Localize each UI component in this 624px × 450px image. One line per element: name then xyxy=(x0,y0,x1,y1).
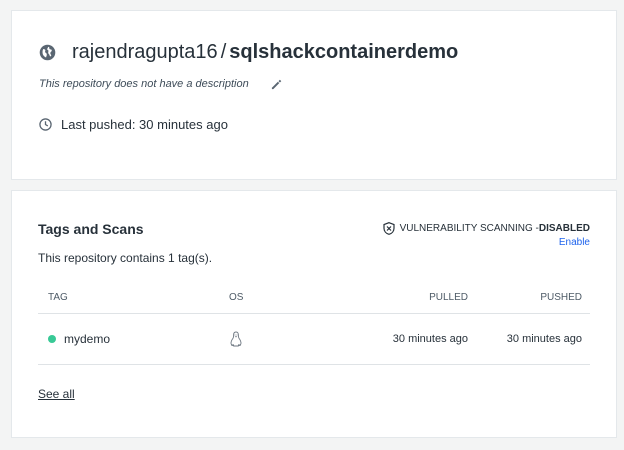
linux-icon xyxy=(229,331,243,347)
tags-table: TAG OS PULLED PUSHED mydemo 30 minutes a… xyxy=(38,281,590,365)
column-header-os: OS xyxy=(229,291,244,303)
tags-count-text: This repository contains 1 tag(s). xyxy=(38,251,213,265)
clock-icon xyxy=(39,118,52,131)
pushed-cell: 30 minutes ago xyxy=(506,333,582,345)
tags-title: Tags and Scans xyxy=(38,221,144,237)
os-cell xyxy=(229,314,243,364)
description-row: This repository does not have a descript… xyxy=(39,78,282,90)
table-row[interactable]: mydemo 30 minutes ago 30 minutes ago xyxy=(38,314,590,365)
shield-x-icon xyxy=(382,222,395,235)
globe-icon xyxy=(39,44,56,61)
column-header-pushed: PUSHED xyxy=(540,291,582,303)
pencil-icon[interactable] xyxy=(271,79,282,90)
enable-scanning-link[interactable]: Enable xyxy=(559,237,590,248)
status-dot-icon xyxy=(48,335,56,343)
column-header-pulled: PULLED xyxy=(429,291,468,303)
tag-cell[interactable]: mydemo xyxy=(48,314,110,364)
table-header: TAG OS PULLED PUSHED xyxy=(38,281,590,314)
column-header-tag: TAG xyxy=(48,291,68,303)
repo-name: sqlshackcontainerdemo xyxy=(229,40,459,63)
vuln-label: VULNERABILITY SCANNING - xyxy=(399,223,539,234)
last-pushed-row: Last pushed: 30 minutes ago xyxy=(39,117,228,132)
repo-namespace[interactable]: rajendragupta16 xyxy=(72,41,218,64)
repository-header-card: rajendragupta16 / sqlshackcontainerdemo … xyxy=(11,10,617,180)
see-all-link[interactable]: See all xyxy=(38,387,75,401)
last-pushed-text: Last pushed: 30 minutes ago xyxy=(61,117,228,132)
repo-separator: / xyxy=(220,40,227,63)
tag-name[interactable]: mydemo xyxy=(64,332,110,346)
repo-description: This repository does not have a descript… xyxy=(39,78,249,90)
pulled-cell: 30 minutes ago xyxy=(392,333,468,345)
repo-title: rajendragupta16 / sqlshackcontainerdemo xyxy=(39,37,458,67)
tags-and-scans-card: Tags and Scans This repository contains … xyxy=(11,190,617,438)
vulnerability-scanning-status: VULNERABILITY SCANNING - DISABLED xyxy=(382,222,590,235)
vuln-status: DISABLED xyxy=(538,223,590,234)
